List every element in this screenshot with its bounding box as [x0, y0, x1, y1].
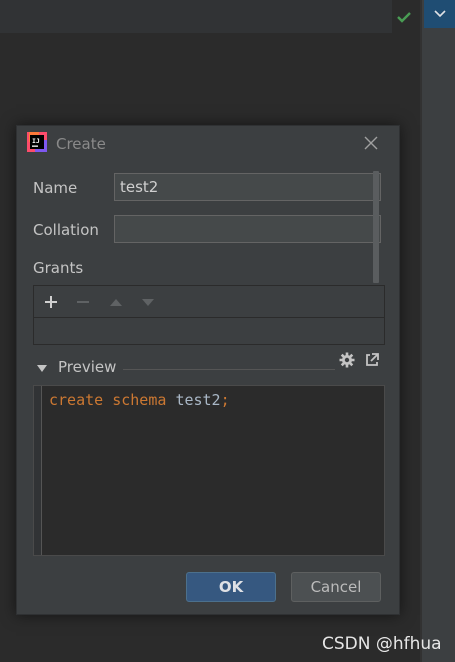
create-schema-dialog: IJ Create Name test2 Collation Grants Pr…: [16, 125, 400, 615]
collapse-triangle-icon[interactable]: [37, 365, 47, 373]
add-icon[interactable]: [43, 294, 59, 310]
chevron-down-icon: [433, 10, 446, 18]
ide-editor-tabs-area: [0, 0, 392, 34]
grants-toolbar: [34, 286, 384, 318]
remove-icon[interactable]: [75, 294, 91, 310]
dialog-title: Create: [56, 135, 106, 153]
grants-table[interactable]: [33, 285, 385, 345]
watermark: CSDN @hfhua: [322, 634, 442, 654]
ok-button[interactable]: OK: [186, 572, 276, 602]
scrollbar[interactable]: [373, 171, 379, 283]
open-in-editor-icon[interactable]: [364, 352, 380, 368]
statement-terminator: ;: [220, 391, 230, 409]
preview-header: Preview: [33, 358, 385, 380]
move-up-icon[interactable]: [108, 294, 124, 310]
preview-label: Preview: [58, 358, 117, 376]
dialog-titlebar[interactable]: IJ Create: [17, 126, 399, 160]
keyword-schema: schema: [112, 391, 167, 409]
name-input[interactable]: test2: [114, 173, 381, 201]
keyword-create: create: [49, 391, 104, 409]
collation-input[interactable]: [114, 215, 381, 243]
grants-label: Grants: [33, 259, 84, 277]
close-icon[interactable]: [363, 135, 379, 151]
collation-label: Collation: [33, 221, 99, 239]
sql-code-line: create schema test2;: [49, 391, 230, 409]
dropdown-button[interactable]: [424, 0, 455, 28]
intellij-app-icon: IJ: [27, 132, 47, 152]
right-tool-panel: [422, 0, 455, 662]
schema-identifier: test2: [175, 391, 221, 409]
editor-gutter: [34, 386, 42, 555]
check-icon[interactable]: [396, 10, 412, 24]
cancel-button[interactable]: Cancel: [291, 572, 381, 602]
move-down-icon[interactable]: [140, 294, 156, 310]
svg-text:IJ: IJ: [32, 137, 40, 145]
preview-divider: [123, 369, 335, 370]
gear-icon[interactable]: [339, 352, 355, 368]
name-label: Name: [33, 179, 78, 197]
sql-preview-editor[interactable]: create schema test2;: [33, 385, 385, 556]
